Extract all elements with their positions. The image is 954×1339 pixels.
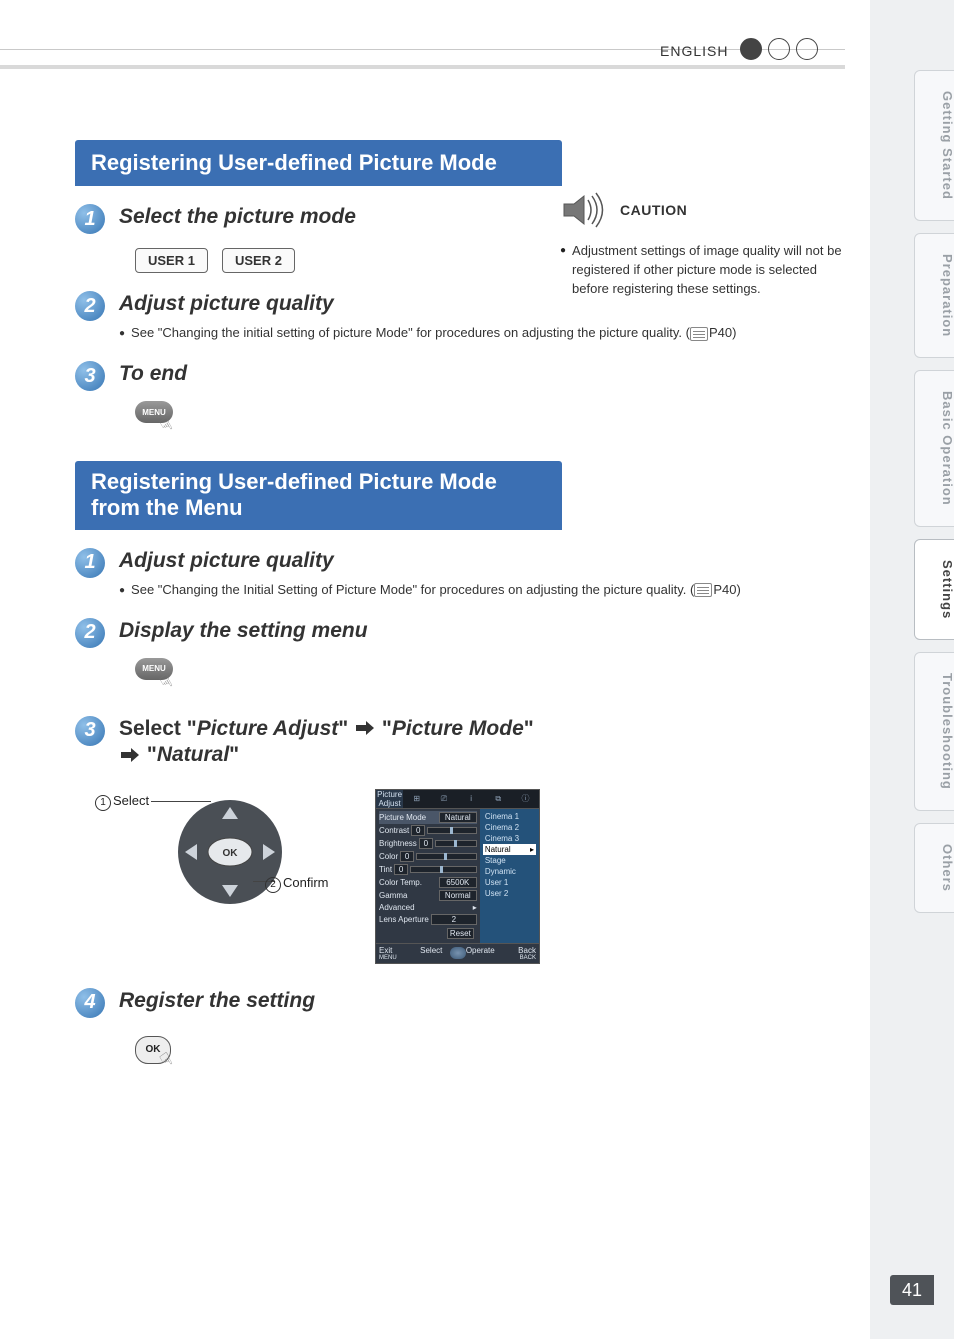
section1-title: Registering User-defined Picture Mode bbox=[75, 140, 562, 186]
section2-title: Registering User-defined Picture Mode fr… bbox=[75, 461, 562, 530]
tab-preparation[interactable]: Preparation bbox=[914, 233, 954, 358]
step-number-2: 2 bbox=[75, 291, 105, 321]
page-ref-icon bbox=[690, 327, 708, 341]
s2-step-number-1: 1 bbox=[75, 548, 105, 578]
osd-tab-picture-adjust: Picture Adjust bbox=[376, 790, 403, 808]
page-ref-icon bbox=[694, 583, 712, 597]
s1-step2-note: See "Changing the initial setting of pic… bbox=[131, 325, 736, 343]
step-number-1: 1 bbox=[75, 204, 105, 234]
nav-pad-diagram: 1Select OK 2Confirm bbox=[95, 789, 345, 949]
tab-getting-started[interactable]: Getting Started bbox=[914, 70, 954, 221]
s2-step1-note: See "Changing the Initial Setting of Pic… bbox=[131, 582, 741, 600]
tab-others[interactable]: Others bbox=[914, 823, 954, 913]
hand-cursor-icon: ☟ bbox=[156, 414, 176, 438]
step-number-3: 3 bbox=[75, 361, 105, 391]
hand-cursor-icon: ☟ bbox=[156, 670, 176, 694]
s2-step1-title: Adjust picture quality bbox=[119, 548, 334, 574]
language-label: ENGLISH bbox=[660, 43, 728, 59]
user2-button[interactable]: USER 2 bbox=[222, 248, 295, 273]
user1-button[interactable]: USER 1 bbox=[135, 248, 208, 273]
osd-menu: Picture Adjust ⊞⎚i⧉ⓘ Picture Mode Natura… bbox=[375, 789, 540, 964]
page-indicator-dots bbox=[740, 38, 818, 60]
s2-step-number-2: 2 bbox=[75, 618, 105, 648]
s2-step3-title: Select "Picture Adjust" "Picture Mode" "… bbox=[119, 716, 534, 769]
s2-step4-title: Register the setting bbox=[119, 988, 315, 1014]
s1-step3-title: To end bbox=[119, 361, 187, 387]
s1-step1-title: Select the picture mode bbox=[119, 204, 356, 230]
s2-step2-title: Display the setting menu bbox=[119, 618, 368, 644]
tab-basic-operation[interactable]: Basic Operation bbox=[914, 370, 954, 527]
s1-step2-title: Adjust picture quality bbox=[119, 291, 334, 317]
hand-cursor-icon: ☟ bbox=[156, 1049, 176, 1073]
tab-troubleshooting[interactable]: Troubleshooting bbox=[914, 652, 954, 811]
page-number: 41 bbox=[890, 1275, 934, 1305]
svg-text:OK: OK bbox=[223, 848, 239, 859]
s2-step-number-4: 4 bbox=[75, 988, 105, 1018]
tab-settings[interactable]: Settings bbox=[914, 539, 954, 640]
s2-step-number-3: 3 bbox=[75, 716, 105, 746]
side-tabs: Getting Started Preparation Basic Operat… bbox=[874, 70, 954, 925]
